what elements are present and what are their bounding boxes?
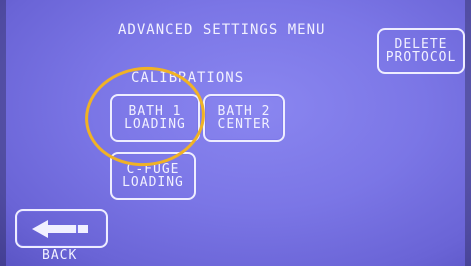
calibrations-section-label: CALIBRATIONS	[131, 70, 245, 86]
bath2-center-button[interactable]: BATH 2 CENTER	[203, 94, 285, 142]
bath1-loading-label-line2: LOADING	[124, 117, 186, 132]
touch-screen: ADVANCED SETTINGS MENU DELETE PROTOCOL C…	[0, 0, 471, 266]
bath2-center-label-line2: CENTER	[217, 117, 271, 132]
cfuge-loading-button[interactable]: C-FUGE LOADING	[110, 152, 196, 200]
page-title: ADVANCED SETTINGS MENU	[118, 22, 326, 38]
back-label: BACK	[42, 248, 78, 263]
cfuge-loading-label-line2: LOADING	[122, 175, 184, 190]
bath1-loading-button[interactable]: BATH 1 LOADING	[110, 94, 200, 142]
screen-bezel-left	[0, 0, 6, 266]
screen-bezel-right	[465, 0, 471, 266]
back-button[interactable]	[15, 209, 108, 248]
back-arrow-icon	[31, 219, 88, 238]
delete-protocol-label-line2: PROTOCOL	[385, 50, 457, 65]
delete-protocol-button[interactable]: DELETE PROTOCOL	[377, 28, 465, 74]
